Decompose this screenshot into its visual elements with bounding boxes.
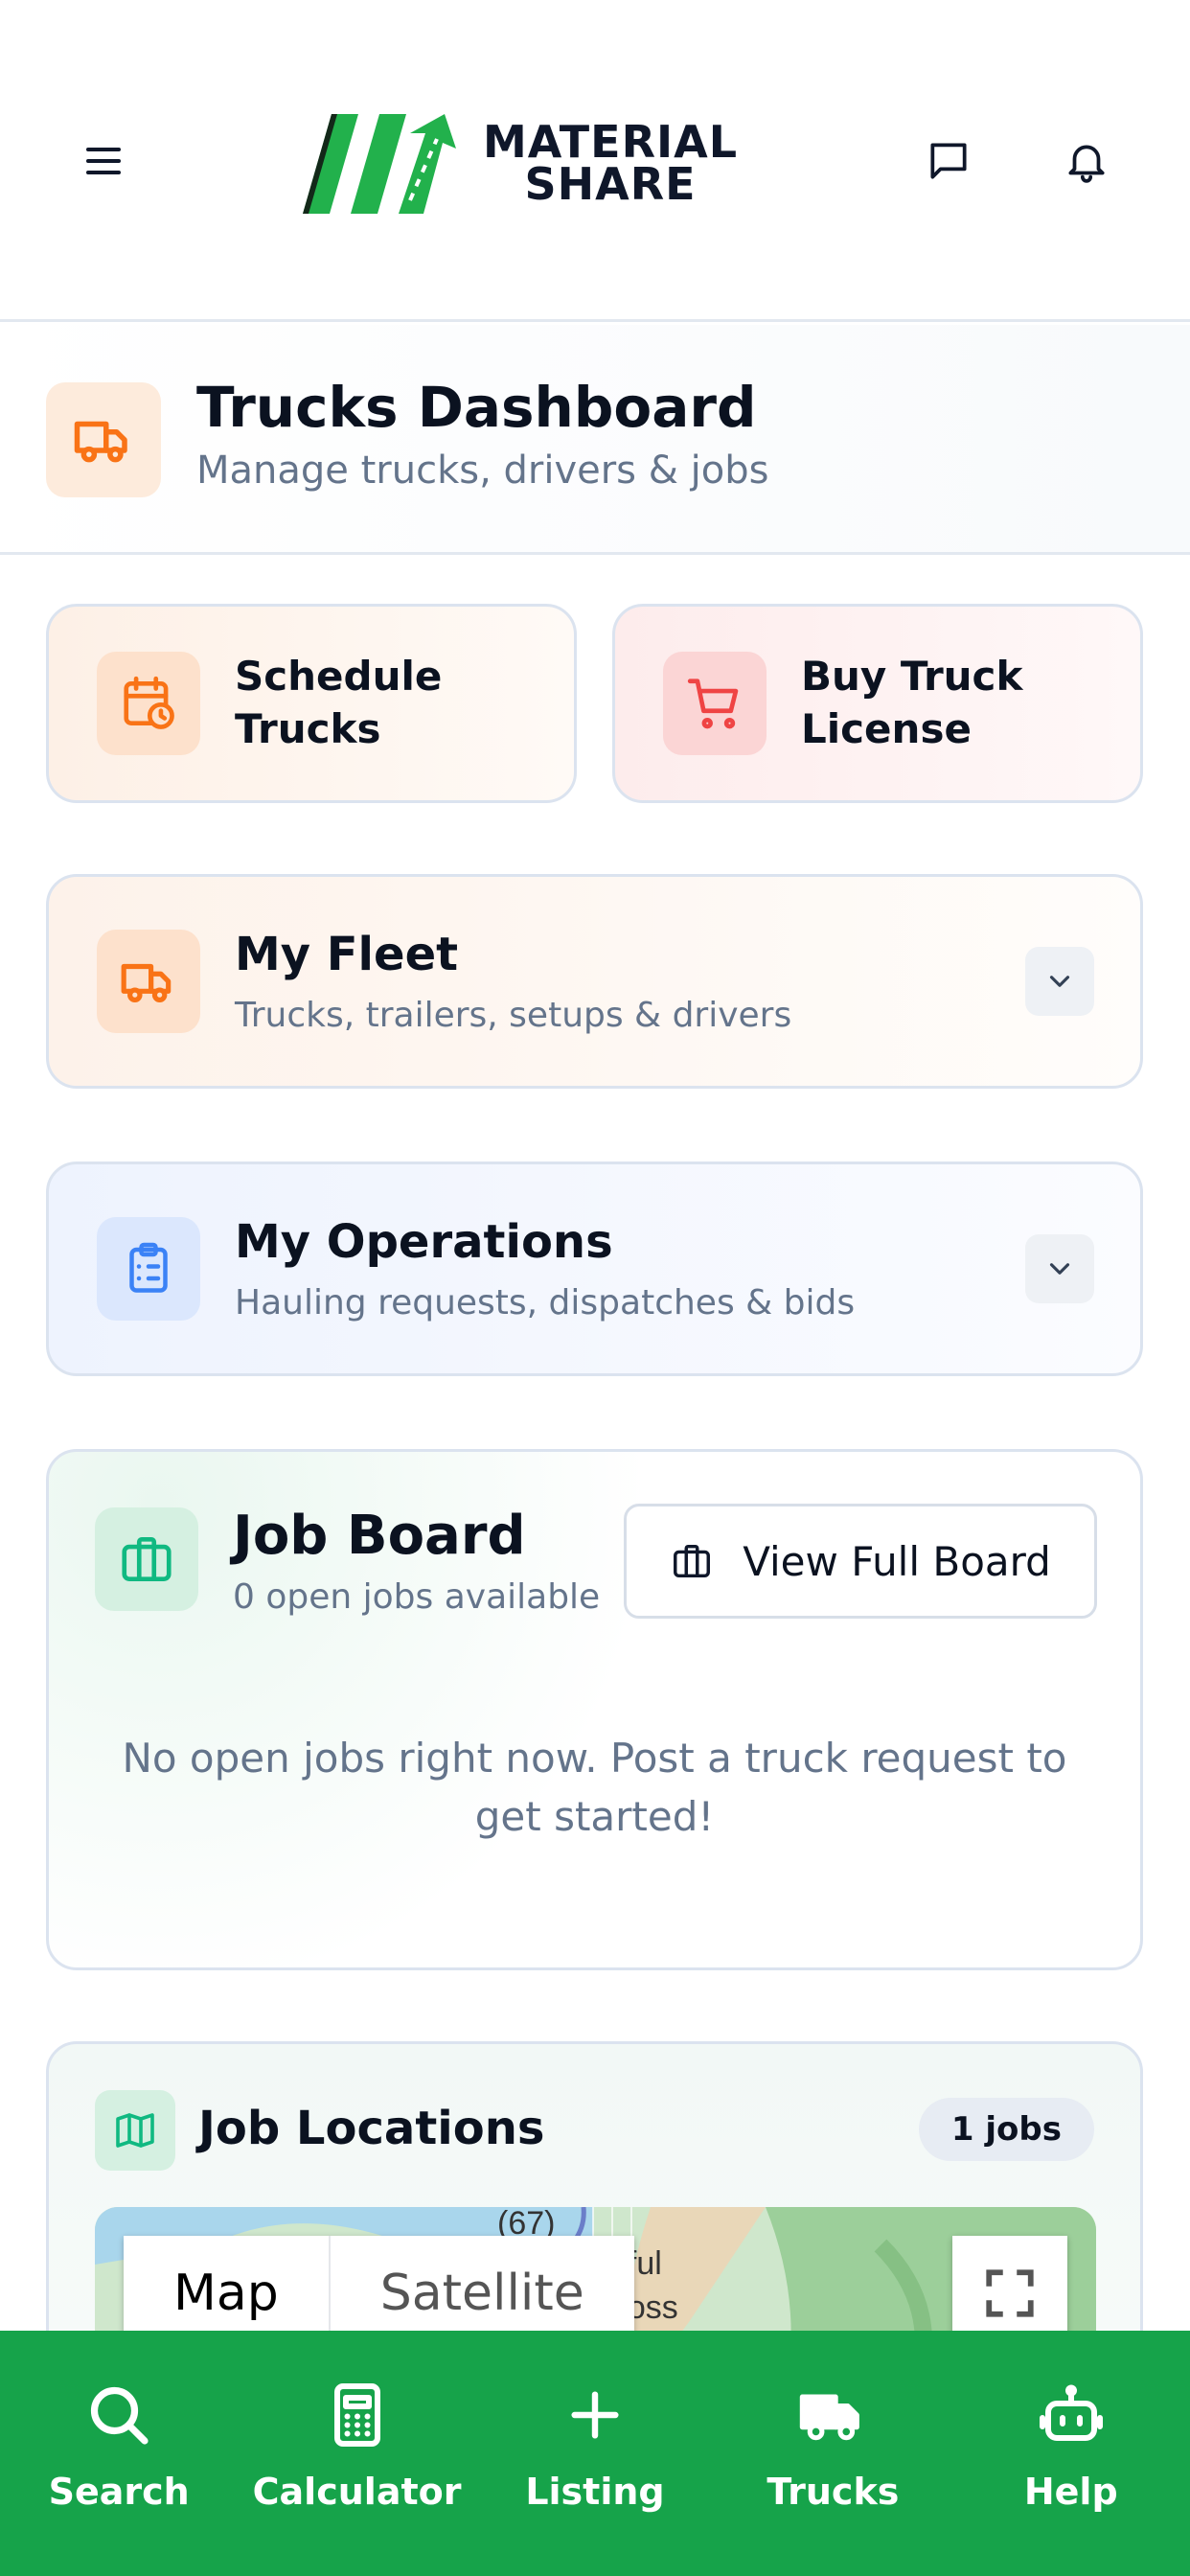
jobs-count-badge: 1 jobs <box>918 2098 1094 2161</box>
bell-icon <box>1068 145 1105 183</box>
nav-trucks-label: Trucks <box>767 2471 900 2513</box>
schedule-trucks-card[interactable]: Schedule Trucks <box>46 604 577 803</box>
cart-icon-tile <box>663 652 767 755</box>
material-share-logo[interactable]: MATERIAL SHARE <box>303 111 759 217</box>
chevron-down-icon <box>1049 976 1070 987</box>
nav-search-label: Search <box>48 2471 190 2513</box>
nav-help-label: Help <box>1023 2471 1118 2513</box>
nav-trucks[interactable]: Trucks <box>727 2377 938 2513</box>
nav-calculator-label: Calculator <box>252 2471 462 2513</box>
dashboard-header: Trucks Dashboard Manage trucks, drivers … <box>0 325 1190 555</box>
title-icon-tile <box>46 382 161 497</box>
menu-button[interactable] <box>67 125 140 197</box>
clipboard-list-icon <box>129 1242 168 1293</box>
job-board-title: Job Board <box>233 1505 526 1567</box>
job-board-count: 0 open jobs available <box>233 1577 601 1618</box>
page-subtitle: Manage trucks, drivers & jobs <box>196 448 769 493</box>
calendar-clock-icon <box>124 676 174 729</box>
job-board-empty-message: No open jobs right now. Post a truck req… <box>122 1735 1067 1840</box>
operations-icon-tile <box>97 1217 200 1321</box>
view-full-board-button[interactable]: View Full Board <box>624 1504 1097 1619</box>
buy-truck-license-card[interactable]: Buy Truck License <box>612 604 1143 803</box>
cart-icon <box>687 678 739 729</box>
calculator-icon <box>333 2383 380 2447</box>
bottom-navigation: Search Calculator Listing Trucks Help <box>0 2331 1190 2576</box>
schedule-trucks-label: Schedule Trucks <box>235 653 443 752</box>
robot-icon <box>1039 2384 1103 2441</box>
fleet-icon-tile <box>97 930 200 1033</box>
message-square-icon <box>930 143 967 179</box>
page: MATERIAL SHARE Trucks Dashboard Manage t… <box>0 0 1190 2576</box>
view-full-board-label: View Full Board <box>743 1537 1051 1585</box>
my-fleet-subtitle: Trucks, trailers, setups & drivers <box>235 996 792 1036</box>
page-title: Trucks Dashboard <box>196 375 757 440</box>
operations-expand-button[interactable] <box>1025 1234 1094 1303</box>
my-operations-card[interactable]: My Operations Hauling requests, dispatch… <box>46 1162 1143 1376</box>
my-operations-subtitle: Hauling requests, dispatches & bids <box>235 1283 856 1323</box>
my-fleet-card[interactable]: My Fleet Trucks, trailers, setups & driv… <box>46 874 1143 1089</box>
truck-icon <box>800 2394 860 2441</box>
nav-listing-label: Listing <box>525 2471 665 2513</box>
truck-icon <box>121 963 172 1002</box>
plus-icon <box>571 2391 619 2439</box>
nav-calculator[interactable]: Calculator <box>252 2377 463 2513</box>
search-icon <box>91 2386 149 2445</box>
job-board-icon-tile <box>95 1507 198 1611</box>
briefcase-icon <box>122 1537 172 1581</box>
map-icon <box>116 2113 154 2148</box>
notifications-button[interactable] <box>1050 125 1123 197</box>
fullscreen-icon <box>986 2269 1034 2317</box>
job-board-card: Job Board 0 open jobs available View Ful… <box>46 1449 1143 1970</box>
nav-help[interactable]: Help <box>966 2377 1177 2513</box>
logo-wordmark: MATERIAL SHARE <box>483 120 738 210</box>
logo-line-2: SHARE <box>524 158 697 210</box>
truck-icon <box>74 421 127 463</box>
buy-truck-license-label: Buy Truck License <box>801 653 1023 752</box>
logo-mark-icon <box>303 114 456 214</box>
nav-listing[interactable]: Listing <box>490 2377 700 2513</box>
top-bar: MATERIAL SHARE <box>0 0 1190 322</box>
hamburger-icon <box>86 148 121 174</box>
my-fleet-title: My Fleet <box>235 927 459 981</box>
schedule-icon-tile <box>97 652 200 755</box>
map-icon-tile <box>95 2090 175 2171</box>
my-operations-title: My Operations <box>235 1214 613 1269</box>
job-locations-title: Job Locations <box>198 2102 545 2155</box>
nav-search[interactable]: Search <box>13 2377 224 2513</box>
briefcase-icon <box>674 1544 711 1578</box>
messages-button[interactable] <box>912 125 985 197</box>
fleet-expand-button[interactable] <box>1025 947 1094 1016</box>
chevron-down-icon <box>1049 1263 1070 1275</box>
